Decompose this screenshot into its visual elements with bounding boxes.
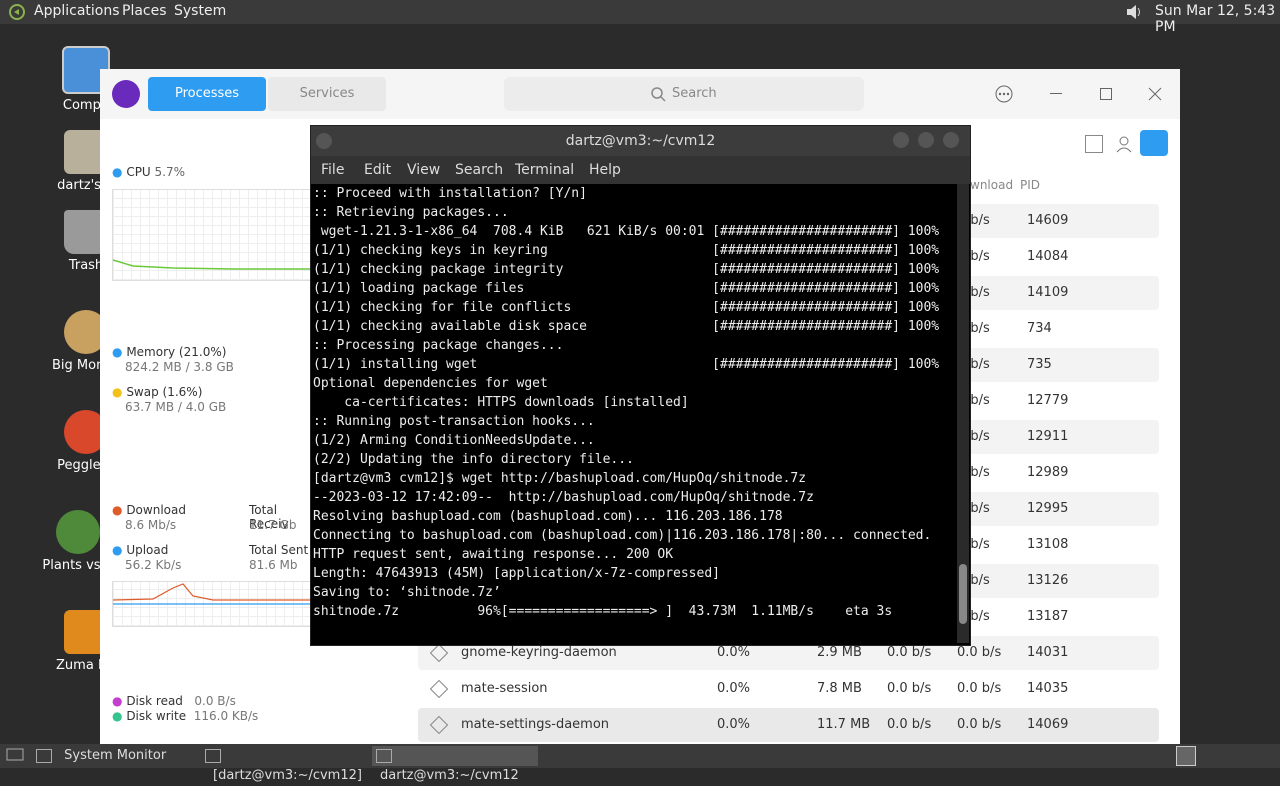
tab-processes[interactable]: Processes (148, 77, 266, 111)
terminal-line: Connecting to bashupload.com (bashupload… (313, 528, 932, 543)
plants-icon (56, 510, 100, 554)
show-desktop-icon[interactable] (6, 746, 24, 766)
terminal-scrollbar[interactable] (957, 184, 969, 643)
terminal-line: :: Retrieving packages... (313, 205, 509, 220)
taskbar-item-system-monitor[interactable]: System Monitor (36, 746, 201, 766)
menu-edit[interactable]: Edit (364, 162, 391, 178)
window-icon (36, 748, 52, 763)
terminal-line: (1/2) Arming ConditionNeedsUpdate... (313, 433, 595, 448)
menu-file[interactable]: File (321, 162, 344, 178)
terminal-line: (1/1) installing wget [#################… (313, 357, 940, 372)
menu-search[interactable]: Search (455, 162, 503, 178)
terminal-output[interactable]: :: Proceed with installation? [Y/n]:: Re… (313, 184, 957, 643)
menu-places[interactable]: Places (122, 3, 167, 19)
mate-logo-icon[interactable] (8, 3, 26, 25)
maximize-icon[interactable] (918, 132, 934, 148)
network-graph (112, 581, 312, 627)
system-monitor-header: Processes Services Search (100, 69, 1180, 119)
terminal-line: :: Proceed with installation? [Y/n] (313, 186, 587, 201)
upload-value: 56.2 Kb/s (125, 558, 182, 572)
terminal-icon (205, 748, 221, 763)
swap-value: 63.7 MB / 4.0 GB (125, 400, 227, 414)
terminal-line: Length: 47643913 (45M) [application/x-7z… (313, 566, 720, 581)
terminal-title: dartz@vm3:~/cvm12 (565, 133, 716, 149)
terminal-line: :: Processing package changes... (313, 338, 564, 353)
maximize-icon[interactable] (1100, 88, 1112, 100)
total-sent-value: 81.6 Mb (249, 558, 298, 572)
process-icon (429, 679, 449, 702)
table-row[interactable]: mate-session 0.0% 7.8 MB 0.0 b/s 0.0 b/s 1403… (418, 672, 1159, 706)
menu-applications[interactable]: Applications (34, 3, 120, 19)
menu-terminal[interactable]: Terminal (515, 162, 574, 178)
total-sent-label: Total Sent (249, 543, 309, 557)
taskbar-item-terminal-1[interactable]: [dartz@vm3:~/cvm12] (205, 746, 370, 783)
resource-sidebar: ● CPU 5.7% ● Memory (21.0%) 824.2 MB / 3… (100, 119, 312, 744)
clock[interactable]: Sun Mar 12, 5:43 PM (1155, 3, 1280, 35)
more-options-icon[interactable] (995, 85, 1013, 107)
terminal-line: ca-certificates: HTTPS downloads [instal… (313, 395, 689, 410)
disk-write-label: ● Disk write 116.0 KB/s (112, 709, 259, 723)
desktop-icon-label: Trash (68, 258, 104, 273)
download-value: 8.6 Mb/s (125, 518, 177, 532)
memory-value: 824.2 MB / 3.8 GB (125, 360, 234, 374)
terminal-line: (1/1) checking keys in keyring [########… (313, 243, 940, 258)
search-icon (650, 86, 666, 106)
column-download[interactable]: wnload (970, 178, 1013, 192)
menu-system[interactable]: System (174, 3, 226, 19)
disk-read-label: ● Disk read 0.0 B/s (112, 694, 236, 708)
taskbar-item-terminal-2[interactable]: dartz@vm3:~/cvm12 (372, 746, 538, 783)
scrollbar-thumb[interactable] (959, 564, 967, 624)
terminal-line: (1/1) checking for file conflicts [#####… (313, 300, 940, 315)
close-icon[interactable] (943, 132, 959, 148)
cpu-label: ● CPU 5.7% (112, 165, 186, 179)
terminal-titlebar[interactable]: dartz@vm3:~/cvm12 (311, 126, 970, 156)
taskbar: System Monitor [dartz@vm3:~/cvm12] dartz… (0, 744, 1280, 783)
app-logo-icon (112, 80, 140, 108)
swap-label: ● Swap (1.6%) (112, 385, 203, 399)
terminal-line: Resolving bashupload.com (bashupload.com… (313, 509, 783, 524)
terminal-line: Optional dependencies for wget (313, 376, 548, 391)
terminal-line: shitnode.7z 96%[==================> ] 43… (313, 604, 893, 619)
view-tree-icon[interactable] (1140, 130, 1168, 156)
menu-view[interactable]: View (407, 162, 440, 178)
terminal-line: (2/2) Updating the info directory file..… (313, 452, 634, 467)
minimize-icon[interactable] (893, 132, 909, 148)
process-icon (429, 715, 449, 738)
terminal-line: (1/1) checking package integrity [######… (313, 262, 940, 277)
volume-icon[interactable] (1124, 2, 1144, 26)
terminal-line: [dartz@vm3 cvm12]$ wget http://bashuploa… (313, 471, 807, 486)
terminal-icon (376, 748, 392, 763)
download-label: ● Download (112, 503, 186, 517)
menu-help[interactable]: Help (589, 162, 621, 178)
cpu-graph (112, 189, 312, 281)
terminal-line: Saving to: ‘shitnode.7z’ (313, 585, 501, 600)
terminal-line: --2023-03-12 17:42:09-- http://bashuploa… (313, 490, 814, 505)
terminal-line: HTTP request sent, awaiting response... … (313, 547, 674, 562)
workspace-switcher-icon[interactable] (1176, 746, 1196, 766)
terminal-line: wget-1.21.3-1-x86_64 708.4 KiB 621 KiB/s… (313, 224, 940, 239)
process-icon (429, 643, 449, 666)
upload-label: ● Upload (112, 543, 169, 557)
terminal-menubar: File Edit View Search Terminal Help (311, 156, 970, 184)
minimize-icon[interactable] (1050, 93, 1062, 94)
tab-services[interactable]: Services (268, 77, 386, 111)
terminal-window: dartz@vm3:~/cvm12 File Edit View Search … (310, 125, 971, 646)
search-placeholder: Search (672, 86, 717, 101)
top-panel: Applications Places System Sun Mar 12, 5… (0, 0, 1280, 35)
total-received-value: 11.7 Gb (249, 518, 297, 532)
terminal-line: :: Running post-transaction hooks... (313, 414, 595, 429)
view-list-icon[interactable] (1085, 135, 1103, 153)
user-icon[interactable] (1115, 135, 1133, 157)
search-input[interactable]: Search (504, 77, 864, 111)
window-menu-icon[interactable] (316, 133, 332, 149)
close-icon[interactable] (1148, 86, 1162, 105)
memory-label: ● Memory (21.0%) (112, 345, 227, 359)
terminal-line: (1/1) checking available disk space [###… (313, 319, 940, 334)
table-row[interactable]: mate-settings-daemon 0.0% 11.7 MB 0.0 b/s 0.… (418, 708, 1159, 742)
column-pid[interactable]: PID (1020, 178, 1040, 192)
terminal-line: (1/1) loading package files [###########… (313, 281, 940, 296)
